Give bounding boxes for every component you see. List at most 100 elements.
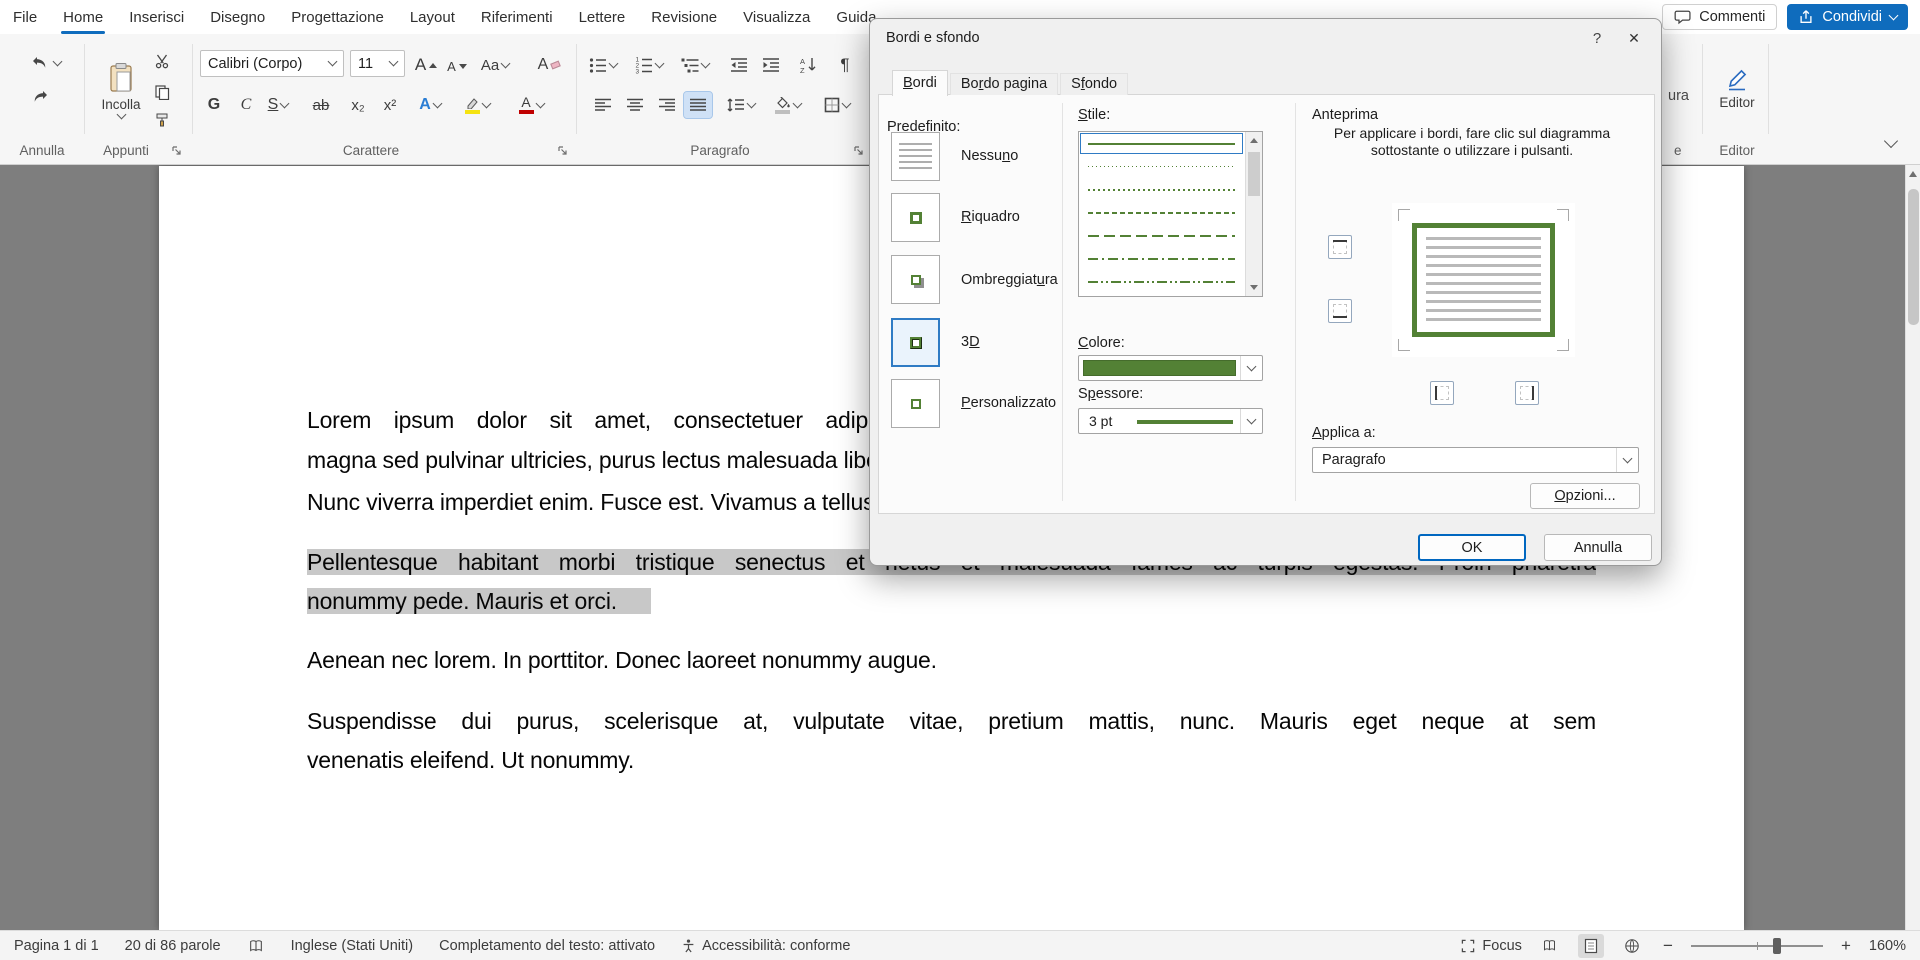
font-name-combo[interactable]: Calibri (Corpo) [200,50,344,77]
focus-mode-button[interactable]: Focus [1460,938,1522,954]
preset-ombreggiatura[interactable]: Ombreggiatura [891,255,1056,311]
accessibility-status[interactable]: Accessibilità: conforme [681,938,850,954]
document-line[interactable]: venenatis eleifend. Ut nonummy. [307,740,1596,780]
tab-progettazione[interactable]: Progettazione [278,0,397,34]
right-border-toggle[interactable] [1515,381,1539,405]
grow-font-button[interactable]: A [412,52,440,78]
cancel-button[interactable]: Annulla [1544,534,1652,561]
style-option-solid[interactable] [1079,132,1244,155]
dialog-tab-sfondo[interactable]: Sfondo [1060,73,1128,95]
scrollbar-thumb[interactable] [1908,189,1919,325]
shrink-font-button[interactable]: A [444,54,470,78]
preset-riquadro[interactable]: Riquadro [891,193,1056,249]
redo-button[interactable] [24,84,54,110]
apply-to-dropdown[interactable]: Paragrafo [1312,447,1639,473]
change-case-button[interactable]: Aa [476,52,514,78]
page-indicator[interactable]: Pagina 1 di 1 [14,938,99,954]
show-formatting-button[interactable]: ¶ [832,52,858,78]
read-mode-button[interactable] [1537,934,1563,958]
zoom-slider-thumb[interactable] [1773,938,1781,954]
undo-button[interactable] [24,50,68,76]
dictation-button-fragment[interactable]: ura [1668,88,1689,104]
superscript-button[interactable]: x² [376,92,404,118]
preset-nessuno[interactable]: Nessuno [891,132,1056,188]
clear-formatting-button[interactable]: A [534,52,564,78]
tab-revisione[interactable]: Revisione [638,0,730,34]
shading-button[interactable] [766,92,808,118]
cut-button[interactable] [150,50,174,74]
font-size-combo[interactable]: 11 [350,50,405,77]
document-line-selected[interactable]: nonummy pede. Mauris et orci. [307,581,1596,621]
left-border-toggle[interactable] [1430,381,1454,405]
options-button[interactable]: Opzioni... [1530,483,1640,509]
proofing-status[interactable] [247,938,265,954]
vertical-scrollbar[interactable] [1905,165,1920,930]
border-style-list[interactable] [1078,131,1263,297]
decrease-indent-button[interactable] [726,52,752,78]
bold-button[interactable]: G [202,92,226,118]
top-border-toggle[interactable] [1328,235,1352,259]
language-indicator[interactable]: Inglese (Stati Uniti) [291,938,414,954]
multilevel-list-button[interactable] [676,52,714,78]
tab-file[interactable]: File [0,0,50,34]
line-spacing-button[interactable] [720,92,760,118]
dialog-close-button[interactable]: ✕ [1621,27,1647,49]
zoom-out-button[interactable]: − [1660,936,1676,956]
carattere-dialog-launcher[interactable] [556,144,569,157]
tab-lettere[interactable]: Lettere [566,0,639,34]
tab-layout[interactable]: Layout [397,0,468,34]
scrollbar-thumb[interactable] [1248,152,1260,196]
scroll-up-arrow-icon[interactable] [1250,138,1258,143]
italic-button[interactable]: C [234,92,258,118]
style-list-scrollbar[interactable] [1245,132,1262,296]
strikethrough-button[interactable]: ab [306,92,336,118]
dialog-help-button[interactable]: ? [1585,27,1609,49]
style-option-dotted[interactable] [1079,178,1244,201]
style-option-dash-dot[interactable] [1079,247,1244,270]
bullets-button[interactable] [584,52,622,78]
underline-button[interactable]: S [260,92,296,118]
sort-button[interactable]: AZ [794,52,822,78]
zoom-level[interactable]: 160% [1869,938,1906,954]
style-option-dashed-short[interactable] [1079,201,1244,224]
zoom-slider[interactable] [1691,945,1823,947]
print-layout-button[interactable] [1578,934,1604,958]
word-count[interactable]: 20 di 86 parole [125,938,221,954]
zoom-in-button[interactable]: + [1838,936,1854,956]
ok-button[interactable]: OK [1418,534,1526,561]
highlight-color-button[interactable] [456,92,498,118]
border-width-dropdown[interactable]: 3 pt [1078,408,1263,434]
document-line[interactable]: Suspendisse dui purus, scelerisque at, v… [307,701,1596,741]
align-left-button[interactable] [590,92,616,118]
paste-button[interactable]: Incolla [98,44,144,136]
justify-button[interactable] [684,92,712,118]
paragrafo-dialog-launcher[interactable] [852,144,865,157]
tab-riferimenti[interactable]: Riferimenti [468,0,566,34]
document-line[interactable]: Aenean nec lorem. In porttitor. Donec la… [307,640,1596,680]
appunti-dialog-launcher[interactable] [170,144,183,157]
copy-button[interactable] [150,80,174,104]
preset-3d[interactable]: 3D [891,318,1056,374]
borders-button[interactable] [816,92,858,118]
bottom-border-toggle[interactable] [1328,299,1352,323]
border-color-dropdown[interactable] [1078,355,1263,381]
tab-home[interactable]: Home [50,0,116,34]
subscript-button[interactable]: x₂ [344,92,372,118]
style-option-dotted-fine[interactable] [1079,155,1244,178]
font-color-button[interactable]: A [510,92,552,118]
tab-inserisci[interactable]: Inserisci [116,0,197,34]
tab-visualizza[interactable]: Visualizza [730,0,823,34]
scroll-up-arrow-icon[interactable] [1909,171,1917,177]
border-preview-diagram[interactable] [1392,203,1575,357]
text-prediction-status[interactable]: Completamento del testo: attivato [439,938,655,954]
increase-indent-button[interactable] [758,52,784,78]
dialog-tab-bordo-pagina[interactable]: Bordo pagina [950,73,1058,95]
style-option-dashed[interactable] [1079,224,1244,247]
preset-personalizzato[interactable]: Personalizzato [891,379,1056,435]
comments-button[interactable]: Commenti [1662,4,1777,30]
numbering-button[interactable]: 123 [630,52,668,78]
tab-disegno[interactable]: Disegno [197,0,278,34]
web-layout-button[interactable] [1619,934,1645,958]
align-center-button[interactable] [622,92,648,118]
text-effects-button[interactable]: A [412,92,448,118]
